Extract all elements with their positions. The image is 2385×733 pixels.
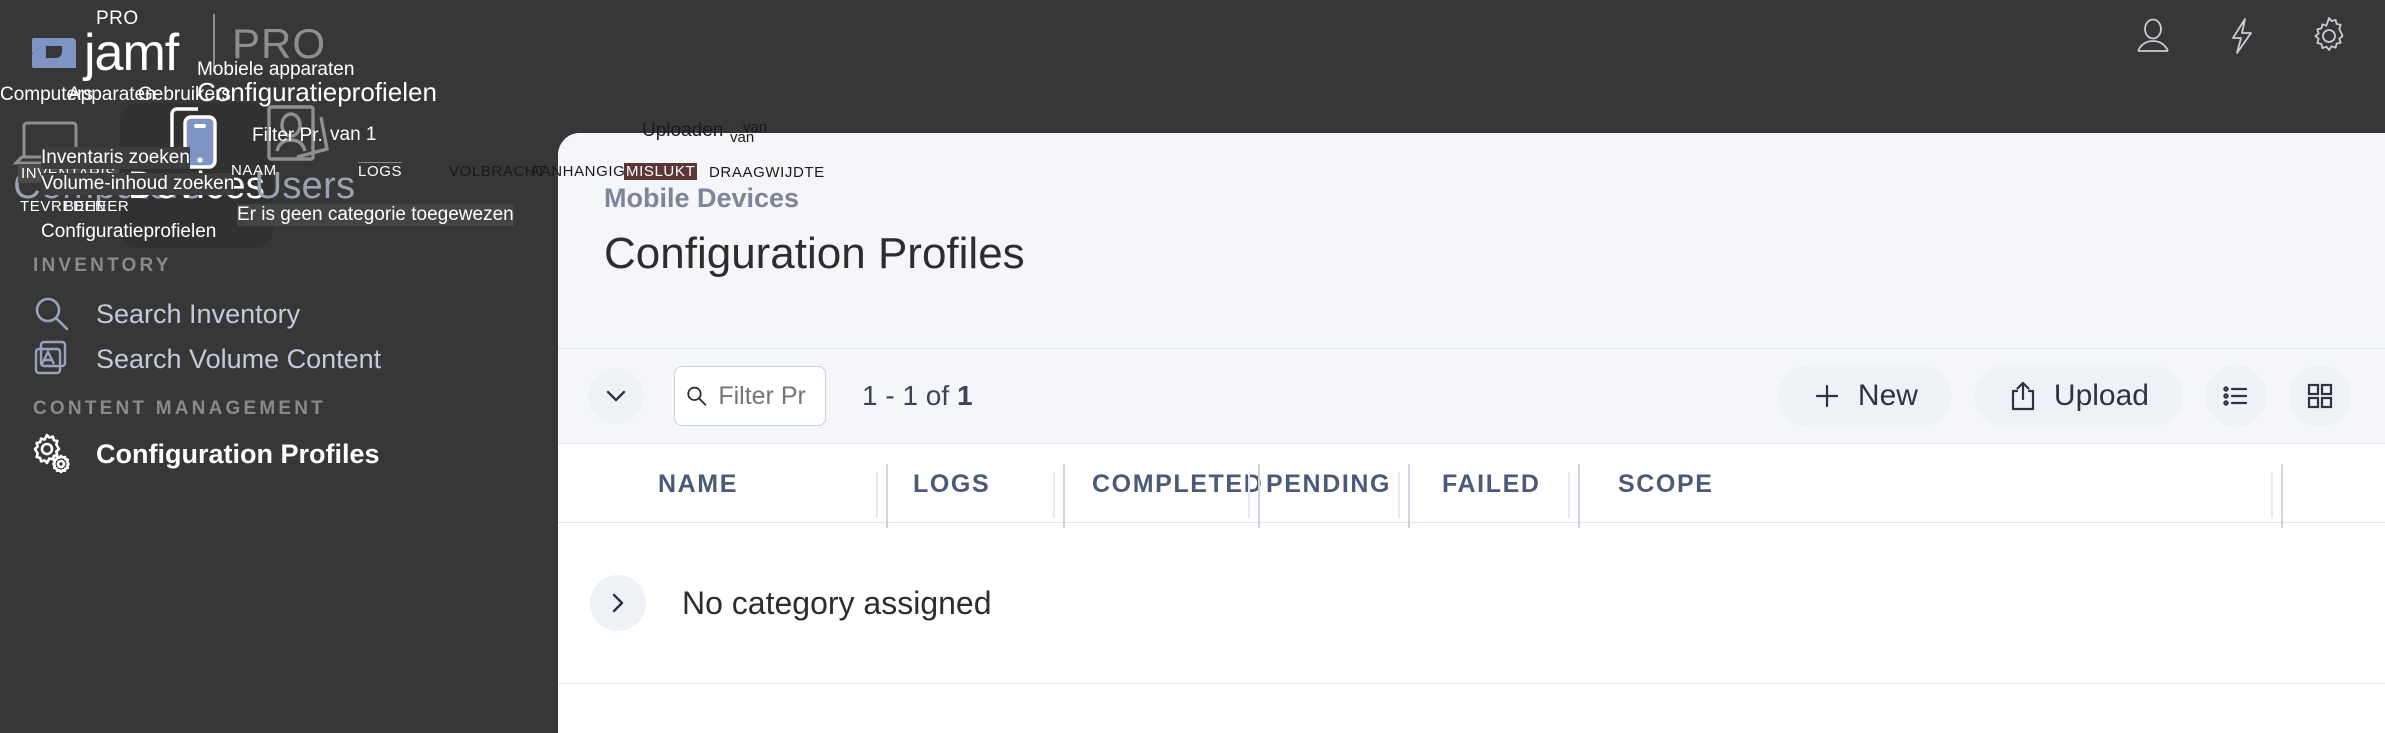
grid-view-button[interactable] (2289, 365, 2351, 427)
column-header-pending[interactable]: PENDING (1266, 470, 1391, 499)
annotation-van-b: van (743, 119, 768, 136)
jamf-logo-wordmark: jamf (84, 24, 179, 82)
list-view-icon (2223, 386, 2248, 406)
app-store-icon (30, 337, 74, 381)
column-header-scope[interactable]: SCOPE (1618, 470, 1714, 499)
sidebar-item-label: Search Volume Content (96, 343, 382, 374)
column-header-failed[interactable]: FAILED (1442, 470, 1541, 499)
jamf-logo-mark (32, 32, 76, 78)
annotation-draagwijdte: DRAAGWIJDTE (709, 164, 825, 181)
annotation-beheer: BEHEER (64, 198, 130, 215)
filter-input[interactable] (716, 380, 815, 412)
toolbar-actions: New Upload (1777, 365, 2385, 427)
annotation-inventaris-zoeken: Inventaris zoeken (41, 147, 190, 169)
user-icon[interactable] (2131, 14, 2175, 58)
main-panel: Mobile Devices Configuration Profiles 1 … (558, 133, 2385, 733)
annotation-mislukt: MISLUKT (624, 163, 698, 180)
annotation-van-1: van 1 (330, 124, 377, 145)
collapse-all-button[interactable] (588, 368, 644, 424)
upload-button[interactable]: Upload (1973, 365, 2183, 427)
table-row-label: No category assigned (682, 584, 992, 621)
sidebar-item-search-inventory[interactable]: Search Inventory (30, 292, 300, 336)
search-icon (30, 292, 74, 336)
annotation-uploaden: Uploaden (642, 120, 724, 141)
expand-row-button[interactable] (590, 575, 646, 631)
toolbar: 1 - 1 of 1 New Upload (558, 349, 2385, 444)
result-count-total: 1 (956, 380, 973, 411)
column-header-completed[interactable]: COMPLETED (1092, 470, 1263, 499)
result-count: 1 - 1 of 1 (862, 380, 973, 412)
sidebar-section-inventory: INVENTORY (33, 255, 172, 276)
bolt-icon[interactable] (2219, 14, 2263, 58)
profiles-table: NAME LOGS COMPLETED PENDING FAILED SCOPE… (558, 444, 2385, 733)
annotation-configuratieprofielen-title: Configuratieprofielen (197, 77, 437, 107)
jamf-logo-pro-superscript: PRO (96, 8, 139, 29)
top-bar-actions (2131, 14, 2351, 58)
new-button[interactable]: New (1777, 365, 1952, 427)
grid-view-icon (2307, 383, 2333, 409)
chevron-right-icon (612, 593, 624, 613)
page-header: Mobile Devices Configuration Profiles (558, 133, 2385, 349)
new-button-label: New (1857, 379, 1918, 412)
upload-icon (2011, 381, 2035, 411)
annotation-aanhangig: AANHANGIG (530, 163, 626, 180)
column-header-name[interactable]: NAME (658, 470, 738, 499)
chevron-down-icon (606, 390, 626, 402)
sidebar-item-label: Configuration Profiles (96, 438, 380, 469)
plus-icon (1815, 384, 1839, 408)
table-row[interactable]: No category assigned (558, 523, 2385, 684)
annotation-configuratieprofielen-side: Configuratieprofielen (41, 221, 217, 242)
filter-profiles-field[interactable] (674, 366, 826, 426)
search-icon (687, 386, 707, 406)
gear-icon[interactable] (2307, 14, 2351, 58)
page-title: Configuration Profiles (604, 229, 1025, 278)
app-root: jamf PRO PRO Users INVENTORY Search Inve… (0, 0, 2385, 733)
list-view-button[interactable] (2205, 365, 2267, 427)
annotation-filter-pr: Filter Pr. (252, 125, 323, 146)
breadcrumb[interactable]: Mobile Devices (604, 183, 799, 214)
annotation-naam: NAAM (231, 162, 277, 179)
top-bar (0, 0, 2385, 133)
upload-button-label: Upload (2053, 379, 2149, 412)
sidebar-section-content-management: CONTENT MANAGEMENT (33, 398, 326, 419)
table-header-row: NAME LOGS COMPLETED PENDING FAILED SCOPE (558, 444, 2385, 528)
column-header-logs[interactable]: LOGS (913, 470, 990, 499)
annotation-volume-inhoud-zoeken: Volume-inhoud zoeken (41, 173, 235, 195)
result-count-range: 1 - 1 of (862, 380, 957, 411)
sidebar-item-search-volume-content[interactable]: Search Volume Content (30, 337, 381, 381)
annotation-geen-categorie: Er is geen categorie toegewezen (237, 204, 514, 226)
gears-icon (30, 432, 74, 476)
annotation-logs: LOGS (358, 162, 403, 180)
sidebar-item-label: Search Inventory (96, 298, 301, 329)
sidebar-item-configuration-profiles[interactable]: Configuration Profiles (30, 432, 380, 476)
